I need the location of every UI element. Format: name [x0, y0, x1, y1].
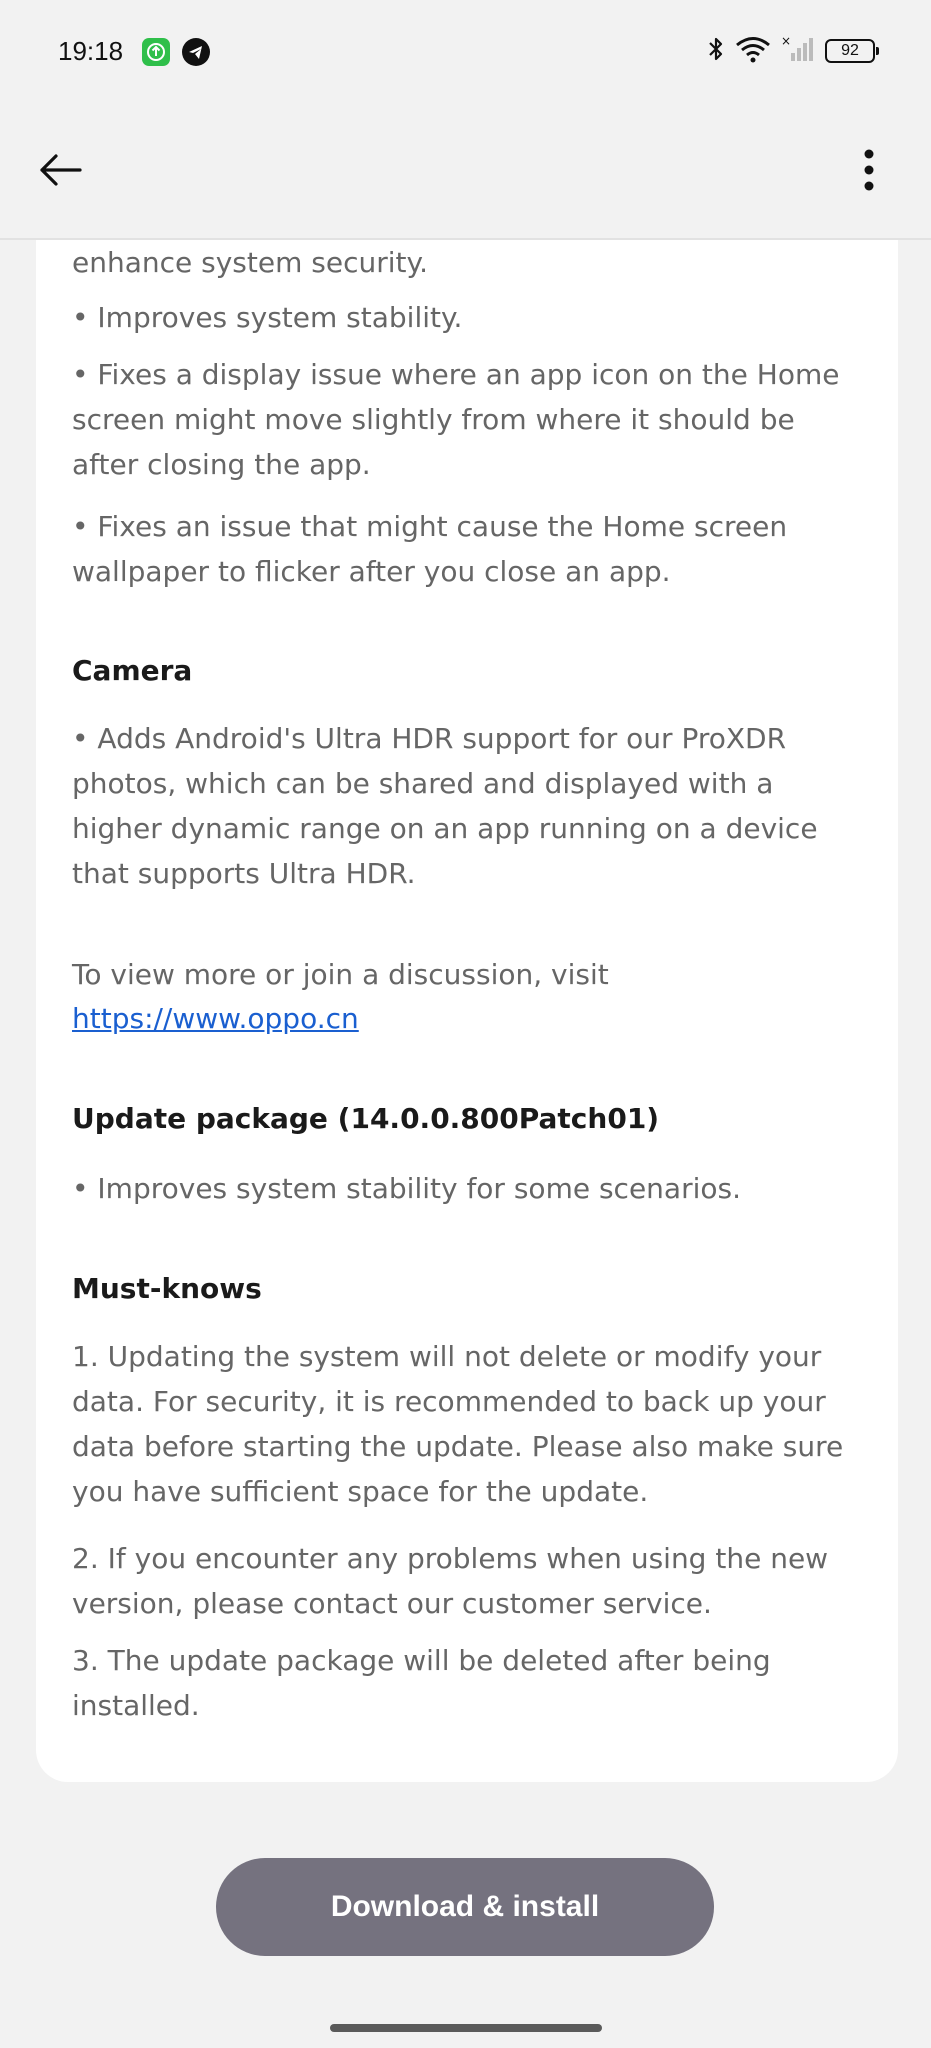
section-heading-must-knows: Must-knows: [72, 1272, 262, 1305]
app-notification-icon: [142, 38, 170, 66]
notes-item-stability: • Improves system stability.: [72, 301, 463, 334]
top-bar: [0, 104, 931, 240]
more-options-button[interactable]: [849, 140, 889, 200]
download-install-button[interactable]: Download & install: [216, 1858, 714, 1956]
notes-item-scenarios: • Improves system stability for some sce…: [72, 1172, 741, 1205]
must-knows-item-3: 3. The update package will be deleted af…: [72, 1644, 771, 1722]
notes-item-wallpaper: • Fixes an issue that might cause the Ho…: [72, 510, 788, 588]
battery-indicator: 92: [825, 39, 879, 63]
notes-item-icon-display: • Fixes a display issue where an app ico…: [72, 358, 840, 481]
discussion-link[interactable]: https://www.oppo.cn: [72, 996, 359, 1041]
wifi-icon: [735, 35, 771, 67]
back-arrow-icon: [40, 154, 82, 186]
status-bar: 19:18 × 92: [0, 0, 931, 104]
notes-item-ultra-hdr: • Adds Android's Ultra HDR support for o…: [72, 722, 818, 890]
back-button[interactable]: [30, 140, 90, 200]
release-notes-card: enhance system security. • Improves syst…: [36, 240, 898, 1782]
status-indicators: × 92: [707, 34, 879, 68]
must-knows-item-2: 2. If you encounter any problems when us…: [72, 1542, 829, 1620]
signal-icon: ×: [781, 34, 815, 67]
telegram-icon: [182, 38, 210, 66]
discussion-text: To view more or join a discussion, visit: [72, 958, 609, 991]
home-indicator[interactable]: [330, 2024, 602, 2032]
more-vertical-icon: [864, 149, 874, 191]
section-heading-camera: Camera: [72, 654, 193, 687]
bluetooth-icon: [707, 35, 725, 67]
must-knows-item-1: 1. Updating the system will not delete o…: [72, 1340, 844, 1508]
status-time: 19:18: [58, 36, 124, 66]
notes-line-security: enhance system security.: [72, 246, 428, 279]
svg-text:×: ×: [781, 35, 791, 48]
section-heading-update-package: Update package (14.0.0.800Patch01): [72, 1102, 660, 1135]
